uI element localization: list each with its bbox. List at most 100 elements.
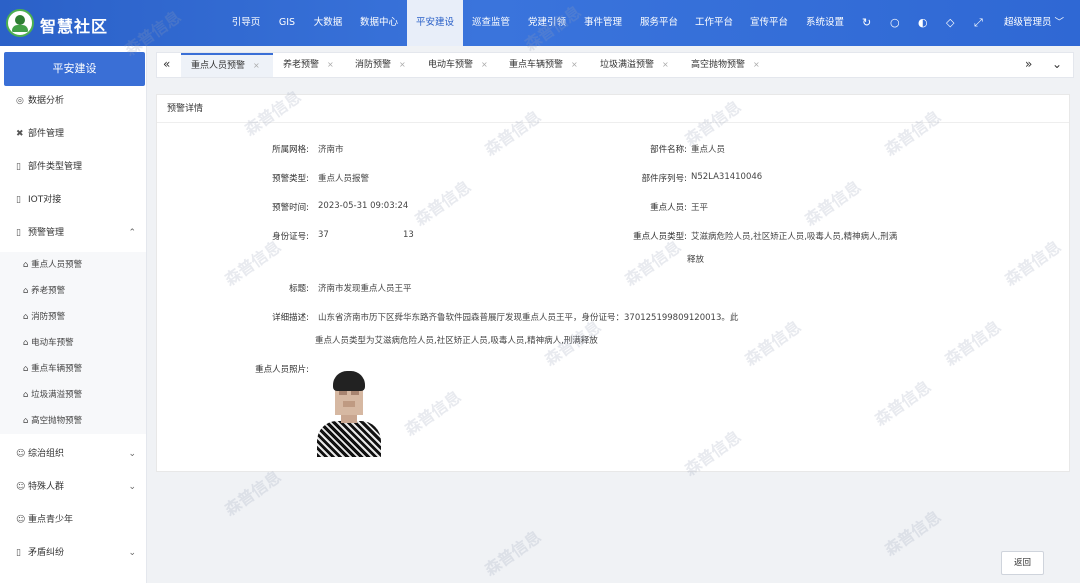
serial-value: N52LA31410046 [691,172,763,182]
person-type-value-line1: 艾滋病危险人员,社区矫正人员,吸毒人员,精神病人,刑满 [691,232,898,242]
palette-icon[interactable]: ◐ [918,17,928,29]
chevron-down-icon[interactable]: ⌄ [1052,57,1062,71]
warning-type-value: 重点人员报警 [318,174,370,184]
description-value-line2: 重点人员类型为艾滋病危险人员,社区矫正人员,吸毒人员,精神病人,刑满释放 [315,336,598,346]
panel-title: 预警详情 [157,95,1069,123]
home-icon: ⌂ [23,416,29,426]
tag-icon[interactable]: ◇ [946,17,954,29]
sidebar-item-key-youth[interactable]: ☺ 重点青少年 [0,505,146,535]
watermark: 森普信息 [881,507,945,560]
sidebar-item-component-mgmt[interactable]: ✖ 部件管理 [0,119,146,149]
tabs-scroll-left-icon[interactable]: « [163,57,170,71]
home-icon: ⌂ [23,260,29,270]
nav-party[interactable]: 党建引领 [522,0,572,46]
sidebar-sub-key-person[interactable]: ⌂ 重点人员预警 [0,252,146,278]
person-type-label: 重点人员类型: [633,232,687,242]
nav-data-center[interactable]: 数据中心 [354,0,404,46]
sidebar-item-disputes[interactable]: ▯ 矛盾纠纷 ⌄ [0,538,146,568]
serial-label: 部件序列号: [641,174,687,184]
tab-key-person-warning[interactable]: 重点人员预警 × [181,53,273,77]
logo-icon [6,9,34,37]
sidebar: 平安建设 ◎ 数据分析 ✖ 部件管理 ▯ 部件类型管理 ▯ IOT对接 ▯ 预警管理 ⌃ ⌂… [0,46,147,583]
fullscreen-icon[interactable]: ⤢ [974,17,983,29]
sidebar-item-iot[interactable]: ▯ IOT对接 [0,185,146,215]
description-label: 详细描述: [272,313,309,323]
close-icon[interactable]: × [571,60,578,69]
tab-highfall-warning[interactable]: 高空抛物预警 × [691,53,777,77]
title-value: 济南市发现重点人员王平 [318,284,412,294]
sidebar-sub-elderly[interactable]: ⌂ 养老预警 [0,278,146,304]
user-menu[interactable]: 超级管理员 ﹀ [1004,0,1064,46]
part-name-label: 部件名称: [650,145,687,155]
sidebar-sub-vehicle[interactable]: ⌂ 重点车辆预警 [0,356,146,382]
id-number-label: 身份证号: [272,232,309,242]
nav-work[interactable]: 工作平台 [689,0,739,46]
home-icon: ⌂ [23,338,29,348]
part-name-value: 重点人员 [691,145,726,155]
user-icon: ☺ [16,482,26,492]
top-header: 智慧社区 引导页 GIS 大数据 数据中心 平安建设 巡查监管 党建引领 事件管… [0,0,1080,46]
nav-patrol[interactable]: 巡查监管 [466,0,516,46]
bell-icon[interactable]: ○ [890,17,900,29]
nav-publicity[interactable]: 宣传平台 [744,0,794,46]
nav-gis[interactable]: GIS [272,0,302,46]
home-icon: ⌂ [23,312,29,322]
sidebar-item-special-groups[interactable]: ☺ 特殊人群 ⌄ [0,472,146,502]
tab-ebike-warning[interactable]: 电动车预警 × [428,53,506,77]
nav-safety-building[interactable]: 平安建设 [407,0,463,46]
close-icon[interactable]: × [399,60,406,69]
key-person-photo[interactable] [315,367,381,457]
home-icon: ⌂ [23,364,29,374]
tab-vehicle-warning[interactable]: 重点车辆预警 × [509,53,595,77]
chevron-up-icon: ⌃ [128,228,136,238]
sidebar-sub-highfall[interactable]: ⌂ 高空抛物预警 [0,408,146,434]
close-icon[interactable]: × [327,60,334,69]
warning-type-label: 预警类型: [272,174,309,184]
tab-bar: « 重点人员预警 × 养老预警 × 消防预警 × 电动车预警 × 重点车辆预警 × 垃圾满… [156,52,1074,78]
nav-big-data[interactable]: 大数据 [308,0,348,46]
sidebar-sub-ebike[interactable]: ⌂ 电动车预警 [0,330,146,356]
home-icon: ⌂ [23,286,29,296]
nav-service[interactable]: 服务平台 [634,0,684,46]
grid-label: 所属网格: [272,145,309,155]
user-icon: ☺ [16,515,26,525]
sidebar-item-warning-mgmt[interactable]: ▯ 预警管理 ⌃ [0,218,146,248]
id-number-value-end: 13 [403,230,414,240]
document-icon: ▯ [16,548,21,558]
sidebar-item-component-type[interactable]: ▯ 部件类型管理 [0,152,146,182]
document-icon: ▯ [16,195,21,205]
close-icon[interactable]: × [253,61,260,70]
nav-settings[interactable]: 系统设置 [800,0,850,46]
close-icon[interactable]: × [662,60,669,69]
document-icon: ▯ [16,162,21,172]
chart-icon: ◎ [16,96,24,106]
tab-fire-warning[interactable]: 消防预警 × [355,53,425,77]
id-number-value-start: 37 [318,230,329,240]
close-icon[interactable]: × [481,60,488,69]
watermark: 森普信息 [221,467,285,520]
key-person-label: 重点人员: [650,203,687,213]
chevron-down-icon: ⌄ [128,482,136,492]
document-icon: ▯ [16,228,21,238]
key-person-value: 王平 [691,203,709,213]
sidebar-item-governance[interactable]: ☺ 综治组织 ⌄ [0,439,146,469]
nav-events[interactable]: 事件管理 [578,0,628,46]
grid-value: 济南市 [318,145,344,155]
close-icon[interactable]: × [753,60,760,69]
tab-elderly-warning[interactable]: 养老预警 × [283,53,349,77]
chevron-down-icon: ⌄ [128,449,136,459]
sidebar-title: 平安建设 [4,52,145,86]
warning-time-label: 预警时间: [272,203,309,213]
back-button[interactable]: 返回 [1001,551,1044,575]
sidebar-sub-fire[interactable]: ⌂ 消防预警 [0,304,146,330]
warning-time-value: 2023-05-31 09:03:24 [318,201,409,211]
nav-guide[interactable]: 引导页 [226,0,266,46]
description-value-line1: 山东省济南市历下区舜华东路齐鲁软件园森普展厅发现重点人员王平，身份证号：3701… [318,313,739,323]
app-title: 智慧社区 [40,17,109,36]
tab-garbage-warning[interactable]: 垃圾满溢预警 × [600,53,686,77]
sidebar-sub-garbage[interactable]: ⌂ 垃圾满溢预警 [0,382,146,408]
tabs-scroll-right-icon[interactable]: » [1025,57,1032,71]
refresh-icon[interactable]: ↻ [862,17,871,29]
user-icon: ☺ [16,449,26,459]
sidebar-item-data-analysis[interactable]: ◎ 数据分析 [0,86,146,116]
